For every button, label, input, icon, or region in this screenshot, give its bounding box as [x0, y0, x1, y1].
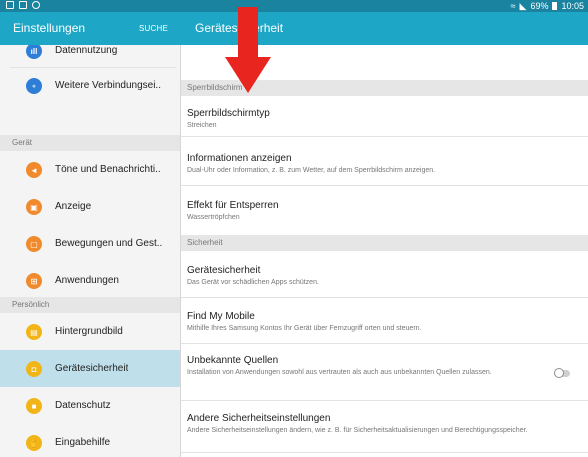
sidebar-item-motions[interactable]: ▢ Bewegungen und Gest.. [0, 225, 180, 262]
status-indicators: ≈ ◣ 69% 10:05 [511, 0, 584, 12]
setting-unlock-effect[interactable]: Effekt für Entsperren Wassertröpfchen [181, 186, 588, 234]
sidebar-item-label: Datenschutz [55, 400, 111, 411]
battery-icon [552, 2, 558, 10]
divider [181, 452, 588, 453]
setting-title: Andere Sicherheitseinstellungen [187, 413, 331, 424]
sidebar-section-label: Persönlich [12, 300, 50, 309]
unknown-sources-toggle[interactable] [554, 368, 570, 378]
arrow-head [225, 57, 271, 93]
wifi-icon: ≈ [510, 1, 516, 11]
status-bar: ≈ ◣ 69% 10:05 [0, 0, 588, 12]
setting-title: Find My Mobile [187, 311, 255, 322]
search-button[interactable]: SUCHE [139, 24, 168, 33]
setting-title: Unbekannte Quellen [187, 355, 279, 366]
wallpaper-icon: ▤ [26, 324, 42, 340]
display-icon: ▣ [26, 199, 42, 215]
settings-sidebar-list: Gerät ◄ Töne und Benachrichti.. ▣ Anzeig… [0, 45, 180, 457]
setting-lock-screen-type[interactable]: Sperrbildschirmtyp Streichen [181, 96, 588, 136]
sidebar-item-label: Hintergrundbild [55, 326, 123, 337]
sidebar-item-label: Gerätesicherheit [55, 363, 129, 374]
arrow-shaft [238, 7, 258, 57]
chat-notification-icon [32, 1, 40, 9]
sidebar-section-device: Gerät [0, 135, 180, 151]
setting-find-my-mobile[interactable]: Find My Mobile Mithilfe Ihres Samsung Ko… [181, 298, 588, 342]
sidebar-item-accessibility[interactable]: ✋ Eingabehilfe [0, 424, 180, 457]
section-header-label: Sicherheit [187, 238, 223, 247]
setting-subtitle: Wassertröpfchen [187, 214, 240, 221]
privacy-icon: ■ [26, 398, 42, 414]
notification-icons [6, 1, 40, 9]
sidebar-section-label: Gerät [12, 138, 33, 147]
sidebar-item-label: Töne und Benachrichti.. [55, 164, 161, 175]
sidebar-item-applications[interactable]: ⊞ Anwendungen [0, 262, 180, 299]
toggle-knob [554, 368, 564, 378]
setting-title: Effekt für Entsperren [187, 200, 279, 211]
setting-other-security[interactable]: Andere Sicherheitseinstellungen Andere S… [181, 401, 588, 451]
red-arrow-annotation [225, 7, 271, 93]
setting-title: Sperrbildschirmtyp [187, 108, 270, 119]
battery-percent: 69% [530, 1, 549, 11]
sidebar-item-privacy[interactable]: ■ Datenschutz [0, 387, 180, 424]
sidebar-item-label: Bewegungen und Gest.. [55, 238, 163, 249]
gallery-notification-icon [6, 1, 14, 9]
sidebar-item-sounds[interactable]: ◄ Töne und Benachrichti.. [0, 151, 180, 188]
clock: 10:05 [561, 1, 584, 11]
signal-icon: ◣ [519, 1, 527, 11]
sidebar-section-personal: Persönlich [0, 297, 180, 313]
apps-icon: ⊞ [26, 273, 42, 289]
lock-icon: ◘ [26, 361, 42, 377]
sidebar-item-label: Anwendungen [55, 275, 119, 286]
security-settings-pane: Sperrbildschirm Sperrbildschirmtyp Strei… [181, 45, 588, 457]
setting-subtitle: Andere Sicherheitseinstellungen ändern, … [187, 427, 528, 434]
sidebar-item-label: Anzeige [55, 201, 92, 212]
setting-title: Informationen anzeigen [187, 153, 292, 164]
setting-subtitle: Installation von Anwendungen sowohl aus … [187, 369, 492, 376]
sidebar-item-label: Eingabehilfe [55, 437, 111, 448]
setting-subtitle: Das Gerät vor schädlichen Apps schützen. [187, 279, 319, 286]
sound-icon: ◄ [26, 162, 42, 178]
setting-subtitle: Dual-Uhr oder Information, z. B. zum Wet… [187, 167, 436, 174]
section-header-security: Sicherheit [181, 235, 588, 251]
app-title: Einstellungen [13, 21, 86, 35]
upload-notification-icon [19, 1, 27, 9]
setting-subtitle: Mithilfe Ihres Samsung Kontos Ihr Gerät … [187, 325, 422, 332]
app-bar: Einstellungen SUCHE Gerätesicherheit [0, 12, 588, 45]
setting-unknown-sources[interactable]: Unbekannte Quellen Installation von Anwe… [181, 344, 588, 400]
sidebar-item-wallpaper[interactable]: ▤ Hintergrundbild [0, 313, 180, 350]
accessibility-icon: ✋ [26, 435, 42, 451]
setting-title: Gerätesicherheit [187, 265, 261, 276]
sidebar-item-display[interactable]: ▣ Anzeige [0, 188, 180, 225]
setting-show-information[interactable]: Informationen anzeigen Dual-Uhr oder Inf… [181, 137, 588, 177]
setting-subtitle: Streichen [187, 122, 217, 129]
setting-device-security[interactable]: Gerätesicherheit Das Gerät vor schädlich… [181, 251, 588, 297]
motion-icon: ▢ [26, 236, 42, 252]
sidebar-item-device-security[interactable]: ◘ Gerätesicherheit [0, 350, 180, 387]
